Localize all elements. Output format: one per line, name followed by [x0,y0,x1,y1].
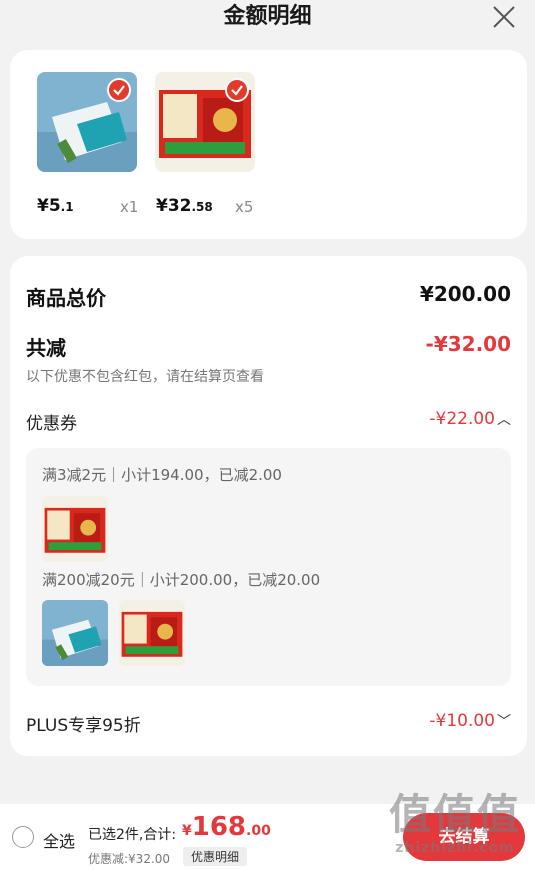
plus-discount-value: -¥10.00 ﹀ [429,711,511,731]
product-quantity: x1 [120,198,139,216]
selected-check-icon [225,78,249,102]
watermark-logo: 值值值 [388,790,521,839]
coupon-rule: 满200减20元｜小计200.00，已减20.00 [42,571,321,589]
total-reduce-row: 共减 -¥32.00 [26,332,511,361]
product-price: ¥5.1 [37,196,74,216]
coupon-value: -¥22.00 ︿ [429,409,511,429]
select-all-label[interactable]: 全选 [43,828,75,852]
total-reduce-label: 共减 [26,336,66,360]
total-currency: ¥ [182,823,192,839]
product-thumbnail [42,600,108,666]
price-decimal: .58 [191,200,213,214]
products-card: ¥5.1 x1 ¥32.58 x5 [10,50,527,239]
red-packet-note: 以下优惠不包含红包，请在结算页查看 [26,369,264,385]
total-reduce-value: -¥32.00 [425,332,511,356]
selected-count: 已选2件,合计: [88,827,177,843]
header: 金额明细 [0,0,535,40]
coupon-amount: -¥22.00 [429,409,495,429]
watermark-url: zhizhizhi.com [395,840,515,856]
price-main: ¥5 [37,196,61,216]
selected-check-icon [107,78,131,102]
product-item[interactable] [155,72,255,172]
goods-total-row: 商品总价 ¥200.00 [26,282,511,311]
price-main: ¥32 [156,196,192,216]
product-thumbnail [119,600,185,666]
grand-total: ¥168.00 [182,812,271,842]
product-price: ¥32.58 [156,196,213,216]
discount-detail-button[interactable]: 优惠明细 [183,847,248,866]
chevron-down-icon: ﹀ [497,714,511,730]
plus-discount-row[interactable]: PLUS专享95折 -¥10.00 ﹀ [26,711,511,736]
total-integer: 168 [191,812,247,842]
product-item[interactable] [37,72,137,172]
goods-total-label: 商品总价 [26,286,106,310]
select-all-radio[interactable] [12,826,34,848]
total-decimal: .00 [246,823,271,839]
discount-summary: 优惠减:¥32.00 [88,852,171,866]
coupon-row[interactable]: 优惠券 -¥22.00 ︿ [26,409,511,434]
amount-detail-card: 商品总价 ¥200.00 共减 -¥32.00 以下优惠不包含红包，请在结算页查… [10,256,527,756]
product-thumbnail [42,496,108,562]
coupon-label: 优惠券 [26,414,77,434]
coupon-rule: 满3减2元｜小计194.00，已减2.00 [42,466,282,484]
price-decimal: .1 [60,200,74,214]
plus-discount-label: PLUS专享95折 [26,716,141,736]
site-watermark: 值值值 zhizhizhi.com [380,790,530,870]
plus-amount: -¥10.00 [429,711,495,731]
product-thumbnail [37,72,137,172]
chevron-up-icon: ︿ [497,412,511,428]
close-icon[interactable] [491,4,517,30]
goods-total-value: ¥200.00 [419,282,511,306]
page-title: 金额明细 [223,4,312,29]
product-thumbnail [155,72,255,172]
coupon-detail-box: 满3减2元｜小计194.00，已减2.00 满200减20元｜小计200.00，… [26,448,511,686]
product-quantity: x5 [235,198,254,216]
